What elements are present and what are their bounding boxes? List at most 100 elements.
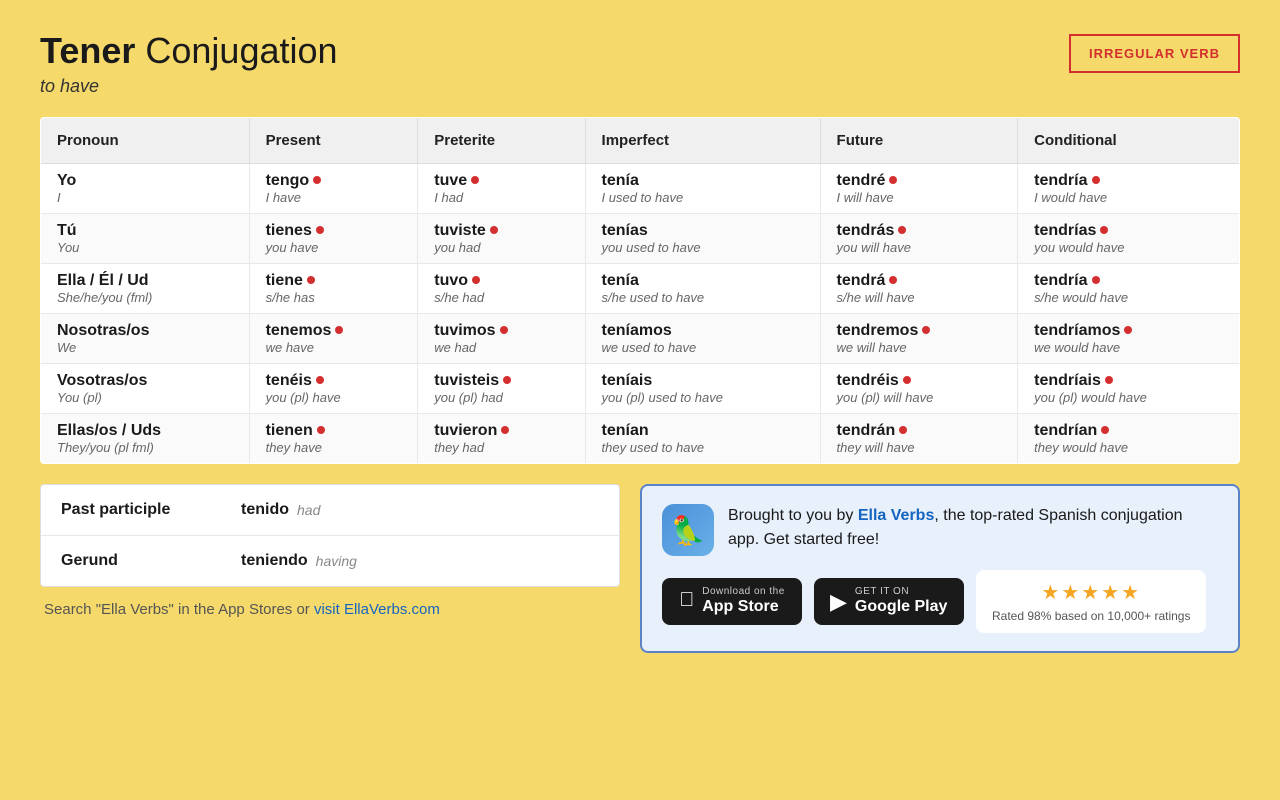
ella-verbs-link[interactable]: visit EllaVerbs.com: [314, 601, 440, 618]
table-header-row: Pronoun Present Preterite Imperfect Futu…: [41, 118, 1240, 164]
verb-translation: I will have: [837, 190, 1002, 205]
verb-text: tuvo: [434, 272, 568, 290]
table-cell: tendrás/he will have: [820, 264, 1018, 314]
pronoun-text: Vosotras/os: [57, 372, 233, 390]
past-participle-label: Past participle: [61, 501, 241, 519]
star-rating: ★★★★★: [1041, 580, 1141, 605]
promo-brand-link[interactable]: Ella Verbs: [858, 507, 935, 524]
verb-text: tendré: [837, 172, 1002, 190]
table-cell: tendríaisyou (pl) would have: [1018, 364, 1240, 414]
irregular-dot: [317, 426, 325, 434]
past-participle-row: Past participle tenido had: [41, 485, 619, 536]
table-cell: tendréisyou (pl) will have: [820, 364, 1018, 414]
verb-translation: s/he used to have: [602, 290, 804, 305]
table-row: Nosotras/osWetenemoswe havetuvimoswe had…: [41, 314, 1240, 364]
apple-icon: : [679, 589, 694, 612]
promo-text: Brought to you by Ella Verbs, the top-ra…: [728, 504, 1218, 552]
col-pronoun: Pronoun: [41, 118, 250, 164]
irregular-dot: [500, 326, 508, 334]
irregular-badge: IRREGULAR VERB: [1069, 34, 1240, 73]
app-store-small-text: Download on the: [702, 586, 785, 597]
col-conditional: Conditional: [1018, 118, 1240, 164]
table-cell: tendríanthey would have: [1018, 414, 1240, 464]
irregular-dot: [471, 176, 479, 184]
participle-table: Past participle tenido had Gerund tenien…: [40, 484, 620, 587]
verb-text: tuvimos: [434, 322, 568, 340]
irregular-dot: [889, 176, 897, 184]
verb-text: tendréis: [837, 372, 1002, 390]
pronoun-translation: You (pl): [57, 390, 233, 405]
table-cell: tenéisyou (pl) have: [249, 364, 418, 414]
table-cell: teníamoswe used to have: [585, 314, 820, 364]
gerund-row: Gerund teniendo having: [41, 536, 619, 586]
verb-translation: I have: [266, 190, 402, 205]
table-cell: tenemoswe have: [249, 314, 418, 364]
verb-translation: I would have: [1034, 190, 1223, 205]
promo-top: 🦜 Brought to you by Ella Verbs, the top-…: [662, 504, 1218, 556]
table-cell: tendránthey will have: [820, 414, 1018, 464]
title-block: Tener Conjugation to have: [40, 30, 338, 97]
ella-verbs-icon: 🦜: [662, 504, 714, 556]
irregular-dot: [313, 176, 321, 184]
verb-translation: you will have: [837, 240, 1002, 255]
verb-text: tuvisteis: [434, 372, 568, 390]
verb-text: tendrá: [837, 272, 1002, 290]
irregular-dot: [307, 276, 315, 284]
pronoun-text: Ellas/os / Uds: [57, 422, 233, 440]
verb-translation: s/he would have: [1034, 290, 1223, 305]
verb-translation: s/he will have: [837, 290, 1002, 305]
table-cell: Vosotras/osYou (pl): [41, 364, 250, 414]
pronoun-text: Yo: [57, 172, 233, 190]
past-participle-value: tenido: [241, 501, 289, 519]
irregular-dot: [922, 326, 930, 334]
pronoun-translation: You: [57, 240, 233, 255]
irregular-dot: [898, 226, 906, 234]
verb-translation: you (pl) had: [434, 390, 568, 405]
pronoun-text: Tú: [57, 222, 233, 240]
table-cell: tuvieronthey had: [418, 414, 585, 464]
promo-buttons:  Download on the App Store ▶ GET IT ON …: [662, 570, 1218, 633]
col-preterite: Preterite: [418, 118, 585, 164]
verb-text: tendríamos: [1034, 322, 1223, 340]
irregular-dot: [1105, 376, 1113, 384]
verb-translation: you have: [266, 240, 402, 255]
pronoun-translation: We: [57, 340, 233, 355]
irregular-dot: [899, 426, 907, 434]
google-play-button[interactable]: ▶ GET IT ON Google Play: [814, 578, 964, 624]
table-cell: tuvimoswe had: [418, 314, 585, 364]
verb-text: tenías: [602, 222, 804, 240]
irregular-dot: [1124, 326, 1132, 334]
verb-text: tiene: [266, 272, 402, 290]
page-title: Tener Conjugation: [40, 30, 338, 72]
verb-translation: you used to have: [602, 240, 804, 255]
search-text: Search "Ella Verbs" in the App Stores or…: [40, 601, 620, 618]
verb-text: tengo: [266, 172, 402, 190]
irregular-dot: [1092, 176, 1100, 184]
verb-text: tienen: [266, 422, 402, 440]
verb-text: tendría: [1034, 172, 1223, 190]
verb-text: tuve: [434, 172, 568, 190]
table-cell: tendríasyou would have: [1018, 214, 1240, 264]
table-cell: Ellas/os / UdsThey/you (pl fml): [41, 414, 250, 464]
app-store-name: App Store: [702, 597, 785, 616]
verb-translation: they will have: [837, 440, 1002, 455]
table-cell: tendríamoswe would have: [1018, 314, 1240, 364]
irregular-dot: [472, 276, 480, 284]
irregular-dot: [335, 326, 343, 334]
irregular-dot: [1100, 226, 1108, 234]
verb-text: tenéis: [266, 372, 402, 390]
col-present: Present: [249, 118, 418, 164]
app-store-button[interactable]:  Download on the App Store: [662, 578, 802, 624]
table-cell: tendréI will have: [820, 164, 1018, 214]
verb-translation: I used to have: [602, 190, 804, 205]
verb-text: tienes: [266, 222, 402, 240]
verb-translation: I had: [434, 190, 568, 205]
verb-text: teníais: [602, 372, 804, 390]
verb-text: tendremos: [837, 322, 1002, 340]
table-cell: tenías/he used to have: [585, 264, 820, 314]
irregular-dot: [490, 226, 498, 234]
rating-box: ★★★★★ Rated 98% based on 10,000+ ratings: [976, 570, 1206, 633]
gerund-value: teniendo: [241, 552, 308, 570]
table-cell: tendrásyou will have: [820, 214, 1018, 264]
verb-text: tenían: [602, 422, 804, 440]
